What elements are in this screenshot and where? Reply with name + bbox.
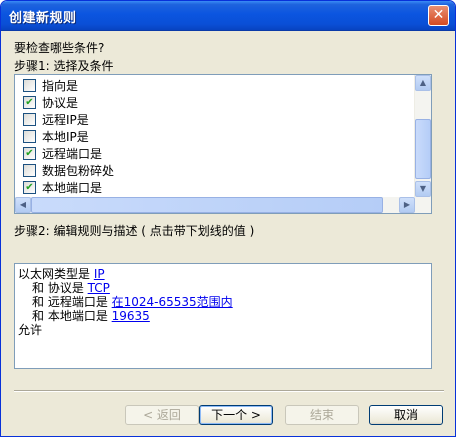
rule-description-box: 以太网类型是 IP 和 协议是 TCP 和 远程端口是 在1024-65535范… bbox=[14, 263, 432, 369]
arrow-right-icon: ▶ bbox=[403, 200, 411, 209]
condition-checkbox[interactable] bbox=[23, 130, 36, 143]
description-text: 和 本地端口是 bbox=[32, 309, 112, 323]
conditions-list[interactable]: 指向是 ✔ 协议是 远程IP是 本地IP是 ✔ 远程端口是 数据包粉碎处 ✔ 本地端口… bbox=[14, 74, 432, 214]
condition-item[interactable]: 本地IP是 bbox=[23, 129, 89, 145]
condition-checkbox[interactable] bbox=[23, 164, 36, 177]
description-text: 和 协议是 bbox=[32, 281, 88, 295]
condition-label: 协议是 bbox=[42, 96, 79, 110]
step2-label: 步骤2: 编辑规则与描述 ( 点击带下划线的值 ) bbox=[14, 224, 255, 238]
condition-item[interactable]: 数据包粉碎处 bbox=[23, 163, 114, 179]
horizontal-scroll-thumb[interactable] bbox=[31, 197, 383, 213]
condition-checkbox[interactable]: ✔ bbox=[23, 96, 36, 109]
description-line: 和 远程端口是 在1024-65535范围内 bbox=[32, 295, 233, 309]
close-icon: ✕ bbox=[432, 7, 445, 23]
description-text: 和 远程端口是 bbox=[32, 295, 112, 309]
ethernet-type-link[interactable]: IP bbox=[94, 267, 105, 281]
scroll-up-button[interactable]: ▲ bbox=[415, 75, 431, 91]
condition-item[interactable]: ✔ 本地端口是 bbox=[23, 180, 102, 196]
condition-checkbox[interactable]: ✔ bbox=[23, 147, 36, 160]
condition-label: 本地IP是 bbox=[42, 130, 89, 144]
action-text: 允许 bbox=[18, 323, 43, 337]
condition-item[interactable]: 远程IP是 bbox=[23, 112, 89, 128]
question-label: 要检查哪些条件? bbox=[14, 41, 105, 55]
condition-item[interactable]: 指向是 bbox=[23, 78, 78, 94]
arrow-up-icon: ▲ bbox=[419, 78, 427, 87]
vertical-scroll-thumb[interactable] bbox=[415, 119, 431, 179]
condition-item[interactable]: ✔ 远程端口是 bbox=[23, 146, 102, 162]
condition-checkbox[interactable]: ✔ bbox=[23, 181, 36, 194]
condition-item[interactable]: ✔ 协议是 bbox=[23, 95, 78, 111]
title-bar[interactable]: 创建新规则 ✕ bbox=[1, 1, 455, 31]
description-line: 和 协议是 TCP bbox=[32, 281, 110, 295]
condition-checkbox[interactable] bbox=[23, 113, 36, 126]
protocol-link[interactable]: TCP bbox=[88, 281, 110, 295]
condition-label: 本地端口是 bbox=[42, 181, 103, 195]
scroll-right-button[interactable]: ▶ bbox=[399, 197, 415, 213]
condition-label: 指向是 bbox=[42, 79, 79, 93]
close-button[interactable]: ✕ bbox=[428, 5, 449, 26]
arrow-down-icon: ▼ bbox=[419, 184, 427, 193]
remote-port-link[interactable]: 在1024-65535范围内 bbox=[112, 295, 233, 309]
scroll-down-button[interactable]: ▼ bbox=[415, 181, 431, 197]
vertical-scrollbar[interactable]: ▲ ▼ bbox=[414, 75, 431, 197]
separator bbox=[14, 390, 444, 392]
new-rule-dialog: 创建新规则 ✕ 要检查哪些条件? 步骤1: 选择及条件 指向是 ✔ 协议是 远程I… bbox=[0, 0, 456, 437]
description-text: 以太网类型是 bbox=[18, 267, 94, 281]
condition-label: 数据包粉碎处 bbox=[42, 164, 115, 178]
window-title: 创建新规则 bbox=[9, 11, 77, 26]
cancel-button[interactable]: 取消 bbox=[369, 405, 443, 425]
next-button[interactable]: 下一个 > bbox=[199, 405, 273, 425]
scroll-left-button[interactable]: ◀ bbox=[15, 197, 31, 213]
back-button[interactable]: < 返回 bbox=[125, 405, 199, 425]
arrow-left-icon: ◀ bbox=[19, 200, 27, 209]
condition-label: 远程IP是 bbox=[42, 113, 89, 127]
local-port-link[interactable]: 19635 bbox=[112, 309, 150, 323]
description-line: 和 本地端口是 19635 bbox=[32, 309, 150, 323]
description-line: 以太网类型是 IP bbox=[18, 267, 105, 281]
finish-button[interactable]: 结束 bbox=[285, 405, 359, 425]
step1-label: 步骤1: 选择及条件 bbox=[14, 59, 114, 73]
horizontal-scrollbar[interactable]: ◀ ▶ bbox=[15, 197, 431, 213]
condition-checkbox[interactable] bbox=[23, 79, 36, 92]
condition-label: 远程端口是 bbox=[42, 147, 103, 161]
